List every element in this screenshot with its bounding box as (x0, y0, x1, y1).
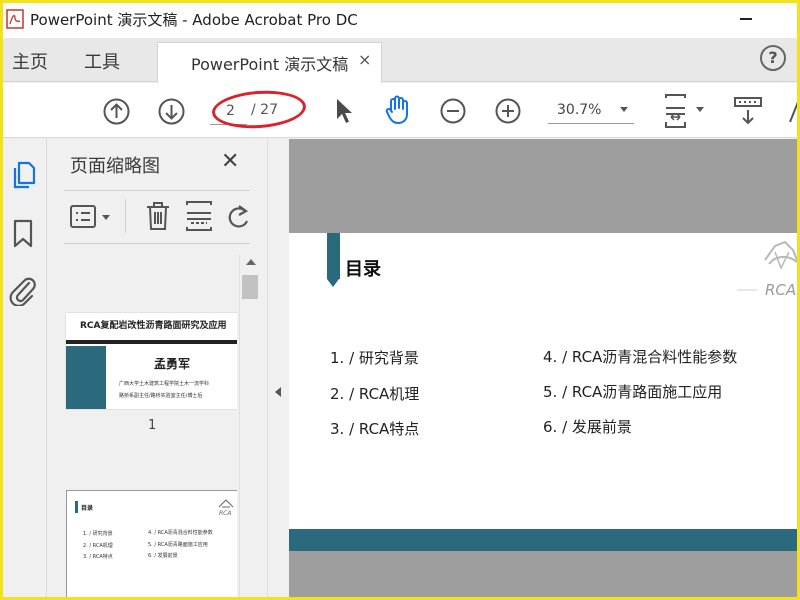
help-icon[interactable]: ? (760, 45, 786, 71)
thumbnail-toc-item: 1. / 研究背景 (83, 531, 113, 537)
tab-bar: 主页 工具 PowerPoint 演示文稿 × ? (0, 38, 800, 83)
thumbnail-toc-item: 4. / RCA沥青混合料性能参数 (148, 530, 213, 536)
thumbnail-toc-item: 3. / RCA特点 (83, 554, 113, 560)
tab-document[interactable]: PowerPoint 演示文稿 × (157, 42, 382, 83)
rca-logo: RCA (737, 240, 798, 298)
scroll-thumb[interactable] (242, 275, 258, 299)
svg-text:RCA: RCA (765, 281, 796, 298)
page-heading: 目录 (345, 259, 381, 280)
page-thumbnail-2[interactable]: 目录 RCA 1. / 研究背景 2. / RCA机理 3. / RCA特点 4… (66, 490, 237, 600)
collapse-arrow-icon (275, 387, 281, 397)
scroll-up-icon[interactable] (246, 259, 256, 265)
hand-tool-icon[interactable] (384, 95, 412, 125)
thumbnail-scrollbar[interactable] (239, 255, 259, 600)
heading-accent-bar (327, 233, 340, 279)
thumbnail-title: RCA复配岩改性沥青路面研究及应用 (80, 321, 227, 331)
toc-item-6: 6. / 发展前景 (543, 418, 632, 436)
previous-page-icon[interactable] (103, 98, 130, 125)
svg-text:RCA: RCA (219, 510, 231, 517)
thumbnail-affiliation: 广西大学土木建筑工程学院土木一流学科 (119, 381, 210, 387)
acrobat-logo-icon (6, 9, 24, 29)
zoom-out-icon[interactable] (440, 98, 466, 124)
zoom-dropdown-icon (620, 107, 628, 112)
thumbnail-list: RCA复配岩改性沥青路面研究及应用 孟勇军 广西大学土木建筑工程学院土木一流学科… (47, 249, 237, 600)
thumbnail-position: 路桥系副主任/路桥实验室主任/博士后 (119, 393, 203, 399)
toc-item-5: 5. / RCA沥青路面施工应用 (543, 383, 723, 401)
panel-divider (64, 190, 250, 191)
page-thumbnail-1[interactable]: RCA复配岩改性沥青路面研究及应用 孟勇军 广西大学土木建筑工程学院土木一流学科… (66, 313, 237, 409)
minimize-button[interactable] (740, 18, 752, 20)
panel-close-icon[interactable]: ✕ (221, 149, 239, 174)
window-title: PowerPoint 演示文稿 - Adobe Acrobat Pro DC (30, 11, 358, 29)
toc-item-4: 4. / RCA沥青混合料性能参数 (543, 348, 738, 366)
navigation-rail (0, 139, 47, 600)
bookmarks-icon[interactable] (12, 219, 34, 249)
delete-page-icon[interactable] (145, 201, 171, 231)
thumbnail-logo-icon: RCA (218, 499, 234, 517)
thumbnails-panel: 页面缩略图 ✕ RCA复配岩改性沥青路面研究及应用 孟勇军 广西大学土木建筑工程… (47, 139, 267, 600)
page-footer-bar (289, 529, 800, 551)
zoom-select[interactable]: 30.7% (548, 98, 634, 124)
thumbnail-author: 孟勇军 (154, 357, 191, 371)
highlight-annotation (210, 87, 308, 132)
thumbnail-page-number: 1 (148, 418, 157, 433)
title-bar: PowerPoint 演示文稿 - Adobe Acrobat Pro DC (0, 0, 800, 38)
thumbnail-accent-bar (75, 501, 78, 513)
scroll-mode-icon[interactable] (734, 96, 762, 128)
toolbar-divider (125, 199, 126, 233)
tab-home[interactable]: 主页 (12, 48, 48, 74)
tab-document-label: PowerPoint 演示文稿 (191, 55, 349, 74)
thumbnail-divider (66, 340, 237, 344)
select-tool-icon[interactable] (334, 97, 354, 125)
extract-pages-icon[interactable] (185, 201, 213, 231)
page-thumbnails-icon[interactable] (11, 159, 37, 189)
thumbnail-toc-item: 2. / RCA机理 (83, 543, 113, 549)
attachments-icon[interactable] (9, 274, 37, 306)
thumbnail-toc-item: 6. / 发展前景 (148, 553, 178, 559)
tab-tools[interactable]: 工具 (84, 48, 120, 74)
thumbnail-options-icon[interactable] (69, 203, 113, 231)
toc-item-2: 2. / RCA机理 (330, 385, 420, 403)
page-fit-icon[interactable] (663, 94, 707, 128)
rotate-page-icon[interactable] (227, 203, 249, 231)
toc-item-3: 3. / RCA特点 (330, 420, 420, 438)
zoom-in-icon[interactable] (495, 98, 521, 124)
zoom-value: 30.7% (557, 102, 602, 118)
panel-title: 页面缩略图 (70, 156, 160, 177)
thumbnail-accent-block (66, 346, 106, 409)
more-tools-icon[interactable] (786, 98, 800, 126)
tab-close-icon[interactable]: × (358, 50, 371, 69)
panel-divider (64, 243, 250, 244)
toc-item-1: 1. / 研究背景 (330, 349, 419, 367)
document-page: 目录 RCA 1. / 研究背景 2. / RCA机理 3. / RCA特点 4… (289, 233, 800, 551)
next-page-icon[interactable] (158, 98, 185, 125)
panel-collapse-handle[interactable] (267, 139, 289, 600)
thumbnail-toc-item: 5. / RCA沥青路面施工应用 (148, 542, 208, 548)
document-view: 目录 RCA 1. / 研究背景 2. / RCA机理 3. / RCA特点 4… (289, 139, 800, 600)
heading-accent-tip (327, 279, 339, 287)
toolbar: 2 / 27 30.7% (0, 83, 800, 138)
thumbnail-heading: 目录 (81, 505, 94, 512)
